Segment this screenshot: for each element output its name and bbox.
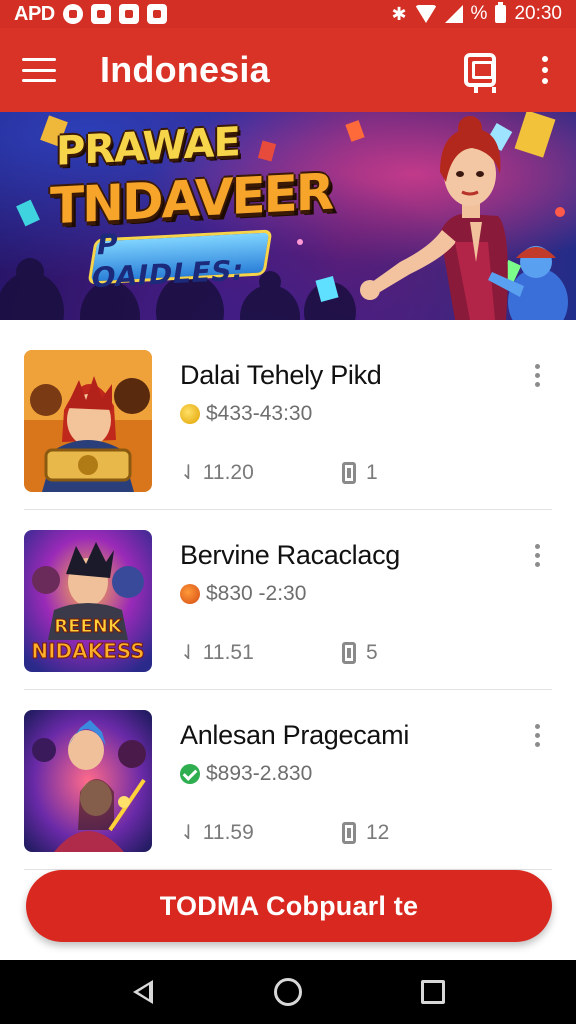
system-nav-bar xyxy=(0,960,576,1024)
status-bar: APD ✱ % 20:30 xyxy=(0,0,576,28)
recents-icon xyxy=(421,980,446,1004)
banner-badge: P OAIDLES: xyxy=(87,227,273,294)
check-icon xyxy=(180,764,200,784)
game-list: Dalai Tehely Pikd $433-43:30 ⇃ 11.20 1 R… xyxy=(0,330,576,870)
item-devices: 1 xyxy=(366,460,378,484)
carrier-label: APD xyxy=(14,2,55,25)
item-price: $893-2.830 xyxy=(206,762,313,785)
item-devices: 5 xyxy=(366,640,378,664)
recents-button[interactable] xyxy=(413,972,453,1012)
meta-row: ⇃ 11.20 1 xyxy=(180,460,378,485)
device-icon xyxy=(342,461,356,484)
price-row: $433-43:30 xyxy=(180,402,312,426)
status-time: 20:30 xyxy=(514,3,562,24)
menu-icon[interactable] xyxy=(22,58,56,82)
status-right: ✱ % 20:30 xyxy=(391,2,562,25)
gmail-icon xyxy=(90,4,111,24)
item-downloads: 11.59 xyxy=(202,820,254,844)
battery-icon xyxy=(495,2,507,23)
item-price: $433-43:30 xyxy=(206,402,313,425)
appbar-actions xyxy=(464,53,554,93)
primary-action-button[interactable]: TODMA Cobpuarl te xyxy=(26,870,552,942)
game-thumbnail xyxy=(24,710,152,852)
svg-text:REENK: REENK xyxy=(54,616,123,637)
device-icon xyxy=(342,641,356,664)
item-downloads: 11.20 xyxy=(202,460,254,484)
price-row: $893-2.830 xyxy=(180,762,312,786)
promo-banner[interactable]: PRAWAE TNDAVEER P OAIDLES: xyxy=(0,112,576,320)
item-more-icon[interactable] xyxy=(529,540,546,571)
item-title: Bervine Racaclacg xyxy=(180,540,401,570)
game-thumbnail: REENK NIDAKESS xyxy=(24,530,152,672)
list-item[interactable]: REENK NIDAKESS Bervine Racaclacg $830 -2… xyxy=(24,510,552,690)
bluetooth-icon: ✱ xyxy=(391,3,407,24)
gold-coin-icon xyxy=(180,404,200,424)
home-icon xyxy=(273,978,302,1006)
item-more-icon[interactable] xyxy=(529,720,546,751)
item-title: Anlesan Pragecami xyxy=(180,720,410,750)
calendar-icon xyxy=(118,4,139,24)
banner-title-line1: PRAWAE xyxy=(56,119,240,175)
item-title: Dalai Tehely Pikd xyxy=(180,360,382,390)
item-more-icon[interactable] xyxy=(529,360,546,391)
photo-icon xyxy=(146,4,167,24)
download-icon: ⇃ xyxy=(180,462,197,484)
download-icon: ⇃ xyxy=(180,642,197,664)
battery-percent: % xyxy=(470,3,488,24)
list-item[interactable]: Dalai Tehely Pikd $433-43:30 ⇃ 11.20 1 xyxy=(24,330,552,510)
device-icon xyxy=(342,821,356,844)
signal-icon xyxy=(444,5,463,23)
back-icon xyxy=(132,980,153,1004)
item-devices: 12 xyxy=(366,820,390,844)
notification-icon xyxy=(62,4,83,24)
more-icon[interactable] xyxy=(536,56,554,84)
orange-coin-icon xyxy=(180,584,200,604)
item-downloads: 11.51 xyxy=(202,640,254,664)
store-icon[interactable] xyxy=(464,53,496,93)
game-thumbnail xyxy=(24,350,152,492)
status-left: APD xyxy=(14,3,167,26)
download-icon: ⇃ xyxy=(180,822,197,844)
list-item[interactable]: Anlesan Pragecami $893-2.830 ⇃ 11.59 12 xyxy=(24,690,552,870)
item-price: $830 -2:30 xyxy=(206,582,307,605)
back-button[interactable] xyxy=(123,972,163,1012)
wifi-icon xyxy=(414,5,437,23)
meta-row: ⇃ 11.59 12 xyxy=(180,820,389,845)
svg-text:NIDAKESS: NIDAKESS xyxy=(31,639,144,663)
home-button[interactable] xyxy=(268,972,308,1012)
meta-row: ⇃ 11.51 5 xyxy=(180,640,378,665)
price-row: $830 -2:30 xyxy=(180,582,306,606)
app-bar: Indonesia xyxy=(0,28,576,112)
page-title: Indonesia xyxy=(100,49,270,90)
